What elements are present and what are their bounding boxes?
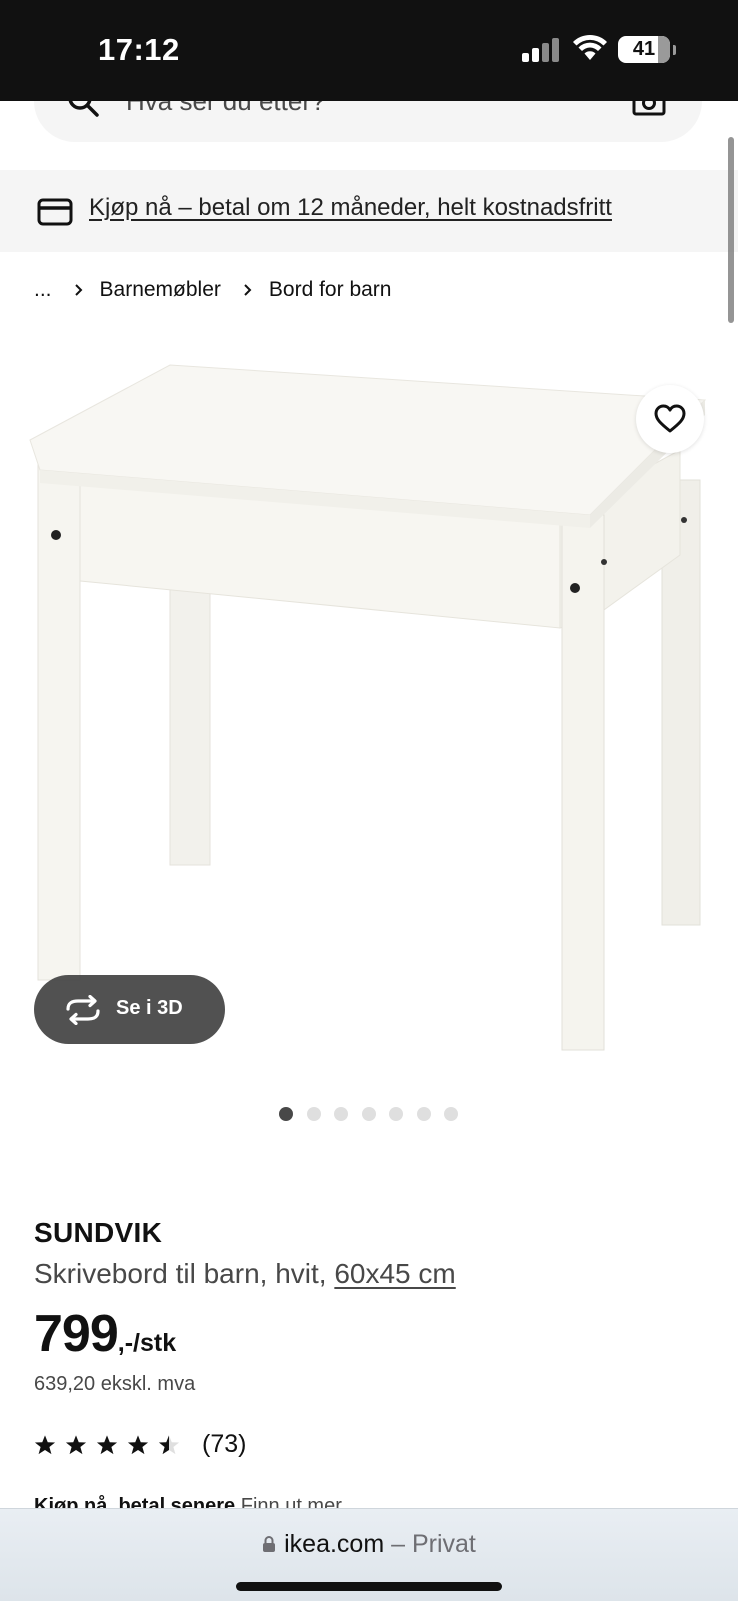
battery-level: 41 xyxy=(632,38,656,60)
private-mode-label: – Privat xyxy=(384,1530,476,1558)
view-in-3d-label: Se i 3D xyxy=(116,997,183,1019)
gallery-dot[interactable] xyxy=(444,1107,458,1121)
star-icon xyxy=(96,1434,118,1454)
gallery-dot[interactable] xyxy=(416,1107,431,1121)
heart-icon xyxy=(654,404,686,433)
price-amount: 799 xyxy=(34,1305,119,1363)
url-display[interactable]: ikea.com – Privat xyxy=(0,1530,738,1559)
financing-banner[interactable]: Kjøp nå – betal om 12 måneder, helt kost… xyxy=(0,170,738,252)
status-time: 17:12 xyxy=(98,32,180,67)
breadcrumb-item-bord-for-barn[interactable]: Bord for barn xyxy=(269,278,392,302)
breadcrumb: ... Barnemøbler Bord for barn xyxy=(34,278,391,302)
chevron-right-icon xyxy=(244,284,252,296)
product-description: Skrivebord til barn, hvit, 60x45 cm xyxy=(34,1258,456,1290)
lock-icon xyxy=(263,1536,276,1552)
chevron-right-icon xyxy=(74,284,82,296)
price-ex-vat: 639,20 ekskl. mva xyxy=(34,1373,196,1395)
breadcrumb-ellipsis[interactable]: ... xyxy=(34,278,52,302)
price-suffix: ,-/stk xyxy=(117,1329,177,1357)
review-count[interactable]: (73) xyxy=(202,1430,246,1459)
product-brand: SUNDVIK xyxy=(34,1217,163,1248)
star-icon xyxy=(34,1434,56,1454)
favorite-button[interactable] xyxy=(636,385,704,453)
credit-card-icon xyxy=(37,198,73,226)
gallery-dot[interactable] xyxy=(279,1107,293,1121)
gallery-pagination xyxy=(279,1107,472,1121)
star-icon xyxy=(127,1434,149,1454)
browser-address-bar[interactable]: ikea.com – Privat xyxy=(0,1508,738,1601)
status-bar: 17:12 41 xyxy=(0,0,738,101)
half-star-icon xyxy=(158,1434,180,1454)
signal-icon xyxy=(522,38,562,62)
gallery-dot[interactable] xyxy=(361,1107,376,1121)
home-indicator[interactable] xyxy=(236,1582,502,1591)
product-price: 799,-/stk xyxy=(34,1304,176,1364)
product-rating[interactable]: (73) xyxy=(34,1430,246,1459)
gallery-dot[interactable] xyxy=(334,1107,348,1121)
product-dimensions-link[interactable]: 60x45 cm xyxy=(334,1258,455,1289)
rotate-3d-icon xyxy=(66,995,100,1025)
page-scrollbar[interactable] xyxy=(728,137,734,323)
battery-icon: 41 xyxy=(618,36,676,63)
breadcrumb-item-barnemobler[interactable]: Barnemøbler xyxy=(100,278,221,302)
gallery-dot[interactable] xyxy=(389,1107,403,1121)
gallery-dot[interactable] xyxy=(306,1107,321,1121)
wifi-icon xyxy=(573,34,607,60)
financing-link[interactable]: Kjøp nå – betal om 12 måneder, helt kost… xyxy=(89,194,612,222)
url-domain: ikea.com xyxy=(284,1530,385,1558)
view-in-3d-button[interactable]: Se i 3D xyxy=(34,975,225,1044)
product-description-text: Skrivebord til barn, hvit, xyxy=(34,1258,335,1289)
star-icon xyxy=(65,1434,87,1454)
